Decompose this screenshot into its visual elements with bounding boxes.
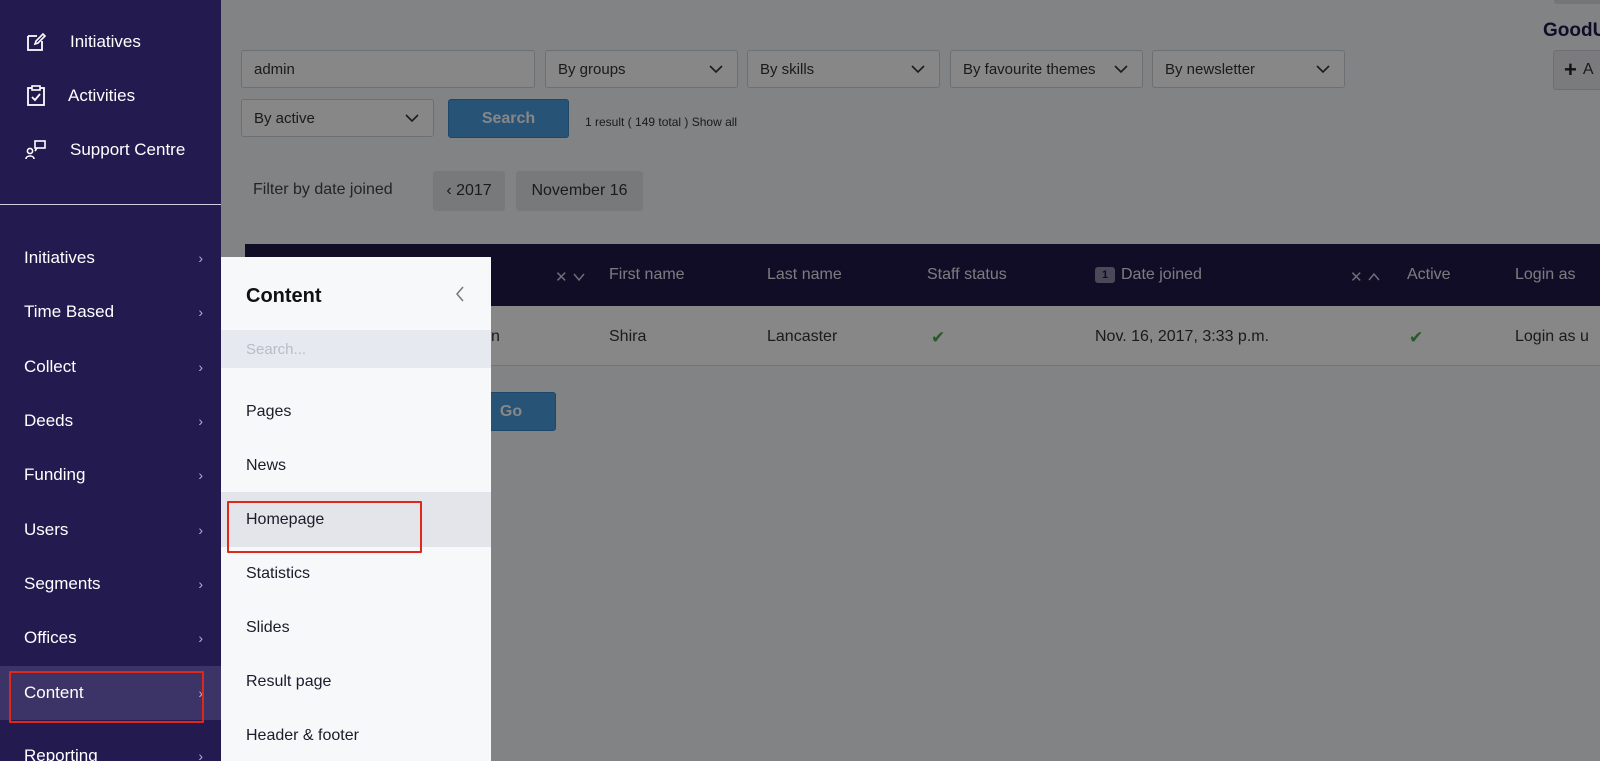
clipboard-check-icon	[27, 85, 45, 106]
sidebar-item-label: Collect	[24, 357, 76, 376]
sidebar-item-label: Offices	[24, 628, 77, 647]
sidebar-item-label: Users	[24, 520, 69, 539]
content-flyout-menu: Content Pages News Homepage Statistics S…	[221, 257, 491, 761]
sidebar-divider	[0, 204, 221, 205]
sidebar-item-label: Segments	[24, 574, 101, 593]
chevron-right-icon: ›	[198, 748, 203, 761]
edit-icon	[27, 32, 47, 51]
chevron-right-icon: ›	[198, 576, 203, 592]
sidebar-item-funding[interactable]: Funding ›	[0, 448, 221, 502]
top-item-support-centre[interactable]: Support Centre	[24, 138, 185, 162]
sidebar-item-label: Time Based	[24, 302, 115, 321]
sidebar-item-label: Content	[24, 683, 84, 702]
sidebar-item-label: Reporting	[24, 746, 98, 761]
flyout-search-input[interactable]	[221, 330, 491, 368]
sidebar-item-segments[interactable]: Segments ›	[0, 557, 221, 611]
sidebar-item-content[interactable]: Content ›	[0, 666, 221, 720]
sidebar: Initiatives Activities Support Centre In…	[0, 0, 221, 761]
sidebar-item-collect[interactable]: Collect ›	[0, 340, 221, 394]
flyout-item-header-footer[interactable]: Header & footer	[221, 708, 491, 761]
flyout-item-homepage[interactable]: Homepage	[221, 492, 491, 547]
sidebar-item-deeds[interactable]: Deeds ›	[0, 394, 221, 448]
top-item-label: Activities	[68, 86, 136, 105]
chevron-right-icon: ›	[198, 413, 203, 429]
chevron-right-icon: ›	[198, 630, 203, 646]
support-icon	[25, 140, 46, 160]
flyout-item-pages[interactable]: Pages	[221, 384, 491, 439]
sidebar-item-users[interactable]: Users ›	[0, 503, 221, 557]
top-item-label: Support Centre	[70, 140, 186, 159]
top-item-activities[interactable]: Activities	[24, 84, 135, 108]
sidebar-item-reporting[interactable]: Reporting ›	[0, 729, 221, 761]
sidebar-item-initiatives[interactable]: Initiatives ›	[0, 231, 221, 285]
top-item-label: Initiatives	[70, 32, 141, 51]
flyout-item-statistics[interactable]: Statistics	[221, 546, 491, 601]
flyout-item-slides[interactable]: Slides	[221, 600, 491, 655]
flyout-item-news[interactable]: News	[221, 438, 491, 493]
chevron-right-icon: ›	[198, 304, 203, 320]
chevron-right-icon: ›	[198, 359, 203, 375]
sidebar-item-label: Initiatives	[24, 248, 95, 267]
sidebar-item-offices[interactable]: Offices ›	[0, 611, 221, 665]
flyout-item-result-page[interactable]: Result page	[221, 654, 491, 709]
chevron-right-icon: ›	[198, 522, 203, 538]
top-item-initiatives[interactable]: Initiatives	[24, 30, 141, 54]
sidebar-item-label: Funding	[24, 465, 86, 484]
sidebar-item-time-based[interactable]: Time Based ›	[0, 285, 221, 339]
sidebar-item-label: Deeds	[24, 411, 74, 430]
chevron-left-icon[interactable]	[453, 285, 467, 303]
chevron-right-icon: ›	[198, 467, 203, 483]
chevron-right-icon: ›	[198, 685, 203, 701]
flyout-title: Content	[246, 285, 322, 307]
chevron-right-icon: ›	[198, 250, 203, 266]
